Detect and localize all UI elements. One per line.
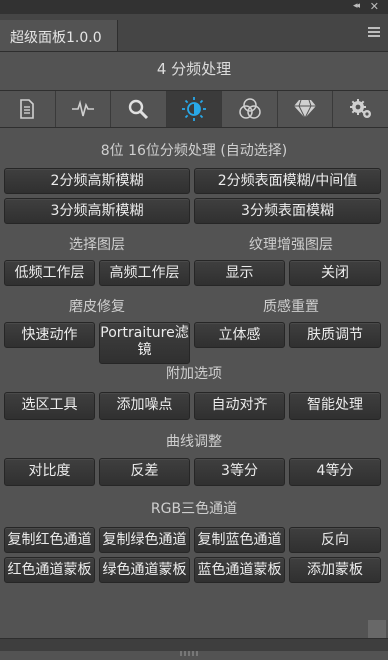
gear-icon	[349, 99, 371, 118]
select-layer-heading: 选择图层	[69, 237, 125, 253]
portraiture-filter-button[interactable]: Portraiture滤镜	[99, 322, 190, 364]
waveform-icon	[71, 100, 94, 117]
three-split-button[interactable]: 3等分	[194, 458, 285, 486]
show-button[interactable]: 显示	[194, 260, 285, 286]
rgb-heading: RGB三色通道	[150, 501, 238, 517]
add-noise-button[interactable]: 添加噪点	[99, 392, 190, 420]
invert-button[interactable]: 反向	[289, 527, 381, 553]
green-channel-mask-button[interactable]: 绿色通道蒙板	[99, 557, 190, 583]
red-channel-mask-button[interactable]: 红色通道蒙板	[4, 557, 95, 583]
selection-tool-button[interactable]: 选区工具	[4, 392, 95, 420]
smart-process-button[interactable]: 智能处理	[289, 392, 381, 420]
tab-strip: 超级面板1.0.0	[0, 14, 388, 52]
channels-icon	[238, 98, 261, 119]
tab-label: 超级面板1.0.0	[10, 30, 102, 46]
panel-title: 4 分频处理	[156, 60, 232, 78]
auto-align-button[interactable]: 自动对齐	[194, 392, 285, 420]
add-mask-button[interactable]: 添加蒙板	[289, 557, 381, 583]
tab-document[interactable]	[0, 91, 56, 127]
grip-icon[interactable]	[180, 641, 208, 656]
button-3-gaussian[interactable]: 3分频高斯模糊	[4, 198, 190, 224]
skin-texture-button[interactable]: 肤质调节	[289, 322, 381, 348]
tab-diamond[interactable]	[278, 91, 334, 127]
button-3-surface[interactable]: 3分频表面模糊	[194, 198, 381, 224]
extra-options-heading: 附加选项	[166, 366, 222, 382]
panel-topbar: ◂◂ ✕	[0, 0, 388, 14]
tab-settings[interactable]	[333, 91, 388, 127]
copy-blue-channel-button[interactable]: 复制蓝色通道	[194, 527, 285, 553]
toolbar	[0, 90, 388, 128]
tab-super-panel[interactable]: 超级面板1.0.0	[0, 20, 118, 51]
close-button[interactable]: 关闭	[289, 260, 381, 286]
brightness-icon	[182, 97, 207, 121]
curves-heading: 曲线调整	[166, 434, 222, 450]
button-2-surface-median[interactable]: 2分频表面模糊/中间值	[194, 168, 381, 194]
tab-search[interactable]	[111, 91, 167, 127]
contrast-button[interactable]: 对比度	[4, 458, 95, 486]
search-icon	[129, 99, 149, 120]
blue-channel-mask-button[interactable]: 蓝色通道蒙板	[194, 557, 285, 583]
copy-red-channel-button[interactable]: 复制红色通道	[4, 527, 95, 553]
high-frequency-layer-button[interactable]: 高频工作层	[99, 260, 190, 286]
dimension-button[interactable]: 立体感	[194, 322, 285, 348]
collapse-icon[interactable]: ◂◂	[353, 1, 360, 11]
button-2-gaussian[interactable]: 2分频高斯模糊	[4, 168, 190, 194]
copy-green-channel-button[interactable]: 复制绿色通道	[99, 527, 190, 553]
resize-handle[interactable]	[368, 620, 386, 638]
panel-menu-icon[interactable]	[368, 27, 380, 37]
skin-repair-heading: 磨皮修复	[69, 299, 125, 315]
tab-waveform[interactable]	[56, 91, 112, 127]
four-split-button[interactable]: 4等分	[289, 458, 381, 486]
document-icon	[20, 99, 35, 119]
quick-action-button[interactable]: 快速动作	[4, 322, 95, 348]
split-heading: 8位 16位分频处理 (自动选择)	[100, 143, 288, 159]
diamond-icon	[294, 99, 317, 119]
reverse-contrast-button[interactable]: 反差	[99, 458, 190, 486]
tab-brightness[interactable]	[166, 91, 223, 127]
close-icon[interactable]: ✕	[370, 0, 379, 13]
tab-channels[interactable]	[222, 91, 278, 127]
texture-reset-heading: 质感重置	[263, 299, 319, 315]
texture-layer-heading: 纹理增强图层	[249, 237, 333, 253]
low-frequency-layer-button[interactable]: 低频工作层	[4, 260, 95, 286]
